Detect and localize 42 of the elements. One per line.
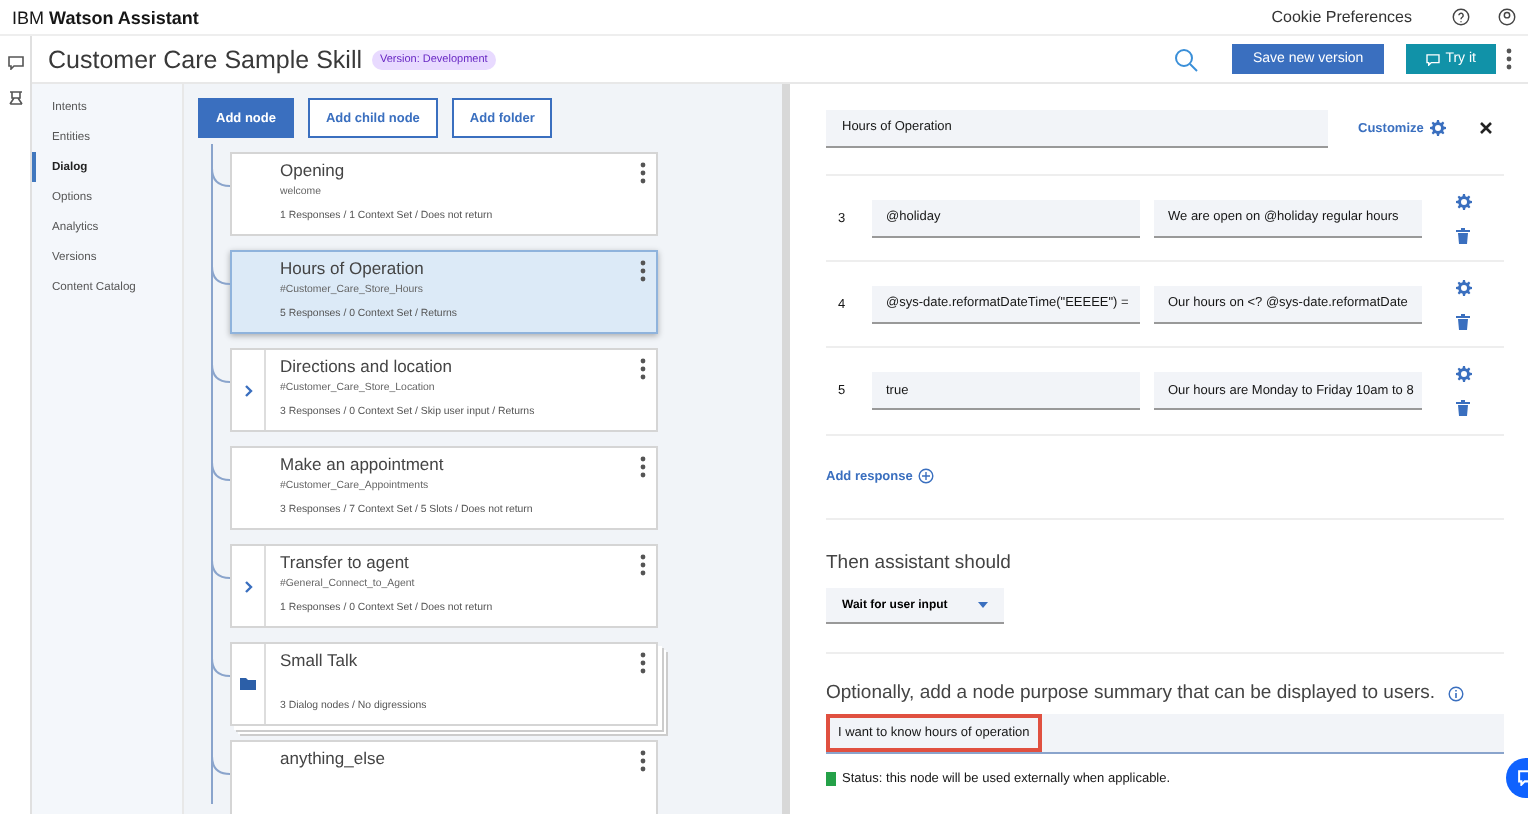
chat-icon (1425, 53, 1440, 65)
folder-icon (240, 678, 256, 690)
gear-icon[interactable] (1456, 279, 1472, 296)
cookie-preferences-link[interactable]: Cookie Preferences (1271, 8, 1412, 26)
trash-icon[interactable] (1456, 400, 1470, 417)
overflow-menu-icon[interactable] (640, 162, 646, 184)
overflow-menu-icon[interactable] (1506, 48, 1512, 70)
overflow-menu-icon[interactable] (640, 750, 646, 772)
overflow-menu-icon[interactable] (640, 358, 646, 380)
skills-icon[interactable] (7, 90, 23, 106)
trash-icon[interactable] (1456, 313, 1470, 330)
overflow-menu-icon[interactable] (640, 554, 646, 576)
overflow-menu-icon[interactable] (640, 260, 646, 282)
status-icon (826, 772, 836, 786)
section-label: Then assistant should (826, 552, 1013, 574)
node-title: Small Talk (280, 650, 360, 670)
help-icon[interactable] (1452, 8, 1470, 26)
app-brand: IBM Watson Assistant (12, 7, 199, 27)
overflow-menu-icon[interactable] (640, 456, 646, 478)
chevron-right-icon[interactable] (243, 579, 253, 593)
caret-icon (978, 602, 988, 608)
node-title: Hours of Operation (280, 258, 426, 278)
gear-icon (1429, 120, 1446, 137)
node-title: Opening (280, 160, 347, 180)
node-title: Make an appointment (280, 454, 446, 474)
close-icon[interactable] (1479, 122, 1492, 135)
overflow-menu-icon[interactable] (640, 652, 646, 674)
dialog-node-card[interactable]: anything_else (230, 740, 658, 814)
chat-icon[interactable] (7, 56, 23, 70)
trash-icon[interactable] (1456, 227, 1470, 244)
node-title: Transfer to agent (280, 552, 411, 572)
gear-icon[interactable] (1456, 366, 1472, 383)
node-title: anything_else (280, 748, 387, 768)
search-icon[interactable] (1174, 47, 1199, 71)
user-icon[interactable] (1498, 8, 1516, 26)
node-title: Directions and location (280, 356, 454, 376)
gear-icon[interactable] (1456, 193, 1472, 210)
add-icon (918, 468, 935, 485)
info-icon[interactable] (1447, 685, 1464, 701)
skill-title: Customer Care Sample Skill (48, 45, 362, 73)
section-label: Optionally, add a node purpose summary that can be displayed to users. (826, 682, 1436, 704)
chevron-right-icon[interactable] (243, 383, 253, 397)
